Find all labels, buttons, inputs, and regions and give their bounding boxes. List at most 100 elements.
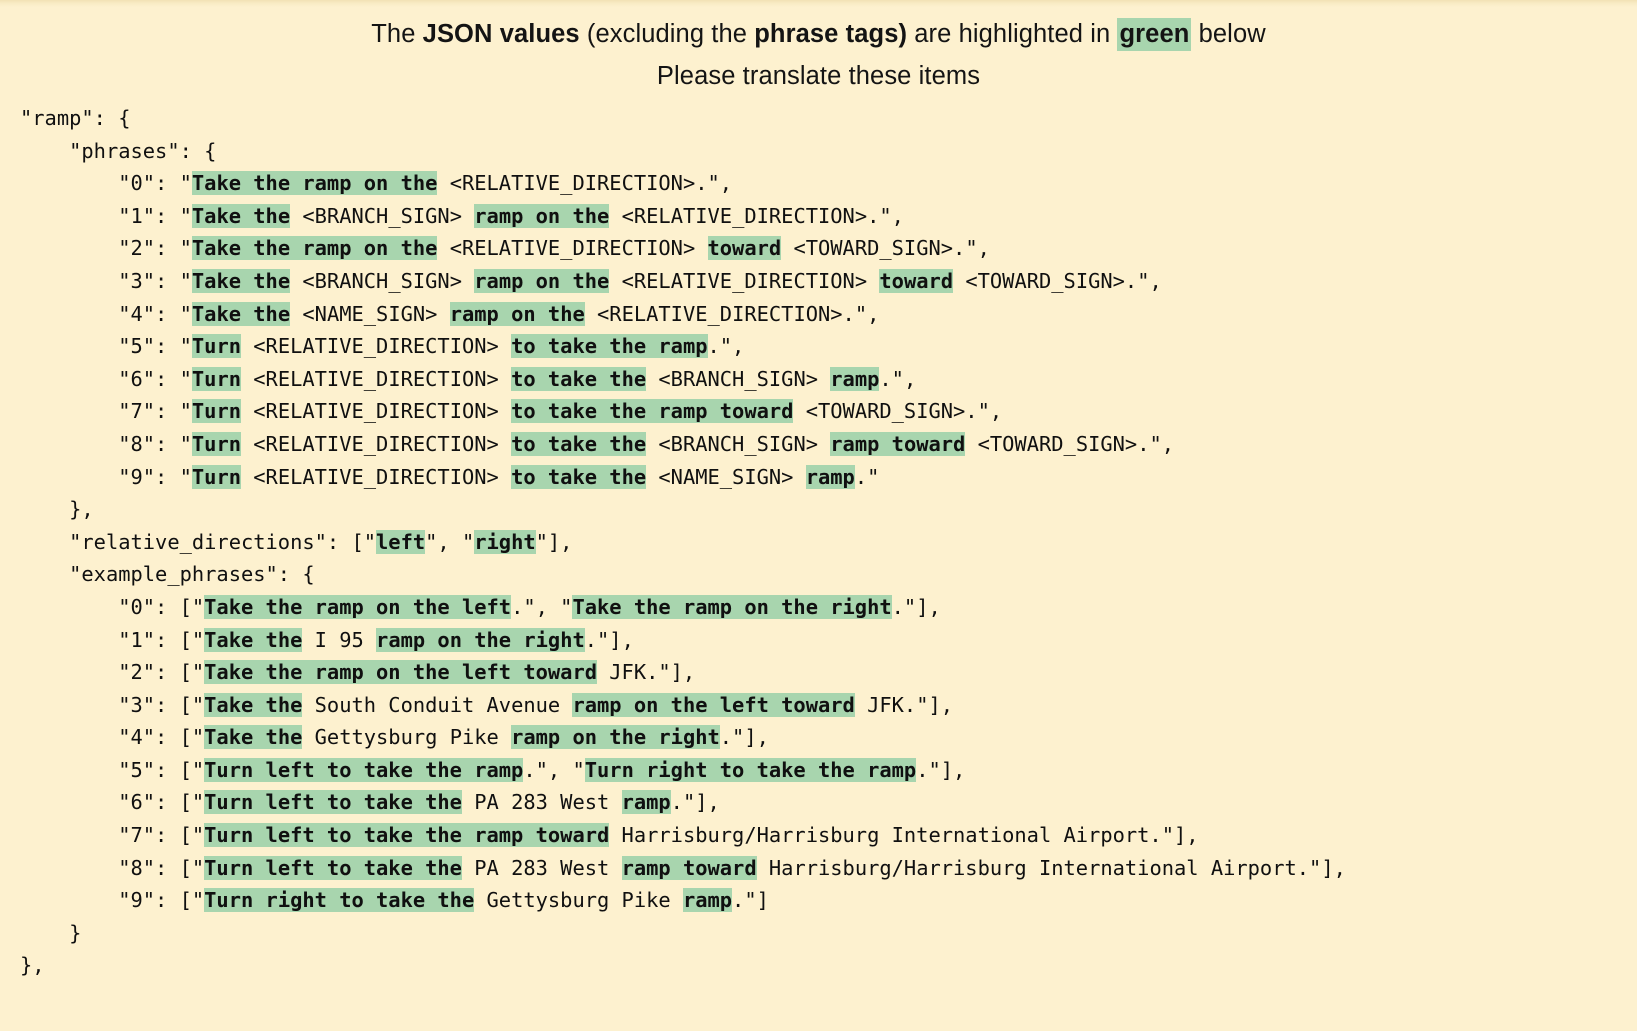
translatable-highlight: Turn right to take the ramp	[584, 757, 917, 782]
code-text: PA 283 West	[461, 855, 622, 880]
instructions-text-excluding: (excluding the	[579, 20, 755, 48]
code-line: "0": ["Take the ramp on the left.", "Tak…	[20, 591, 1637, 624]
code-line: "8": ["Turn left to take the PA 283 West…	[20, 852, 1637, 885]
code-line: "8": "Turn <RELATIVE_DIRECTION> to take …	[20, 428, 1637, 461]
code-text: Gettysburg Pike	[302, 725, 512, 750]
translatable-highlight: Take the	[191, 301, 291, 326]
code-text: .", "	[511, 594, 573, 619]
code-line: "9": ["Turn right to take the Gettysburg…	[20, 884, 1637, 917]
translatable-highlight: Turn right to take the	[204, 888, 475, 913]
translatable-highlight: Turn	[191, 431, 241, 456]
code-line: "1": ["Take the I 95 ramp on the right."…	[20, 624, 1637, 657]
code-line: },	[20, 493, 1637, 526]
code-text: <RELATIVE_DIRECTION>	[437, 236, 708, 261]
code-text: "5": ["	[118, 757, 205, 782]
code-line: "6": "Turn <RELATIVE_DIRECTION> to take …	[20, 363, 1637, 396]
code-line: "ramp": {	[20, 102, 1637, 135]
code-text: <RELATIVE_DIRECTION>	[241, 399, 512, 424]
translatable-highlight: ramp on the right	[511, 725, 720, 750]
instructions-text-below: below	[1191, 20, 1266, 48]
code-text: <TOWARD_SIGN>.",	[953, 268, 1162, 293]
translatable-highlight: ramp	[682, 888, 733, 913]
translatable-highlight: to take the ramp toward	[511, 399, 794, 424]
translatable-highlight: to take the	[511, 431, 647, 456]
code-text: <NAME_SIGN>	[290, 301, 450, 326]
code-text: ."],	[891, 594, 941, 619]
translatable-highlight: ramp	[805, 464, 855, 489]
translatable-highlight: ramp	[621, 790, 671, 815]
translatable-highlight: toward	[707, 236, 782, 261]
code-line: "5": "Turn <RELATIVE_DIRECTION> to take …	[20, 330, 1637, 363]
code-text: .",	[879, 366, 917, 391]
code-line: "3": ["Take the South Conduit Avenue ram…	[20, 689, 1637, 722]
code-line: "3": "Take the <BRANCH_SIGN> ramp on the…	[20, 265, 1637, 298]
translatable-highlight: ramp toward	[830, 431, 966, 456]
translatable-highlight: left	[376, 529, 426, 554]
code-text: "1": ["	[118, 627, 205, 652]
translatable-highlight: ramp	[830, 366, 880, 391]
code-line: "4": ["Take the Gettysburg Pike ramp on …	[20, 721, 1637, 754]
translatable-highlight: Take the ramp on the left toward	[204, 660, 597, 685]
instructions-line-2: Please translate these items	[656, 62, 981, 90]
code-text: "4": "	[118, 301, 192, 326]
code-text: I 95	[302, 627, 377, 652]
code-text: "5": "	[118, 334, 192, 359]
code-text: "9": ["	[118, 888, 205, 913]
translatable-highlight: Turn left to take the	[204, 790, 462, 815]
code-line: "example_phrases": {	[20, 558, 1637, 591]
code-line: "0": "Take the ramp on the <RELATIVE_DIR…	[20, 167, 1637, 200]
translatable-highlight: Turn	[191, 366, 241, 391]
translatable-highlight: to take the	[511, 366, 647, 391]
code-line: "4": "Take the <NAME_SIGN> ramp on the <…	[20, 298, 1637, 331]
code-text: "0": ["	[118, 594, 205, 619]
code-line: "7": ["Turn left to take the ramp toward…	[20, 819, 1637, 852]
code-text: "ramp": {	[20, 106, 131, 130]
code-text: <TOWARD_SIGN>.",	[793, 399, 1003, 424]
code-text: <BRANCH_SIGN>	[646, 366, 831, 391]
translatable-highlight: Take the	[204, 627, 303, 652]
code-text: "0": "	[118, 171, 192, 196]
code-text: Harrisburg/Harrisburg International Airp…	[756, 855, 1346, 880]
translatable-highlight: Turn left to take the ramp toward	[204, 823, 610, 848]
translatable-highlight: Turn left to take the	[204, 855, 462, 880]
code-text: "8": ["	[118, 855, 205, 880]
code-text: <BRANCH_SIGN>	[290, 203, 475, 228]
code-text: ."],	[670, 790, 720, 815]
code-text: "2": "	[118, 236, 192, 261]
code-text: <RELATIVE_DIRECTION>	[241, 431, 512, 456]
code-line: "6": ["Turn left to take the PA 283 West…	[20, 786, 1637, 819]
translatable-highlight: Take the	[204, 692, 303, 717]
code-text: "example_phrases": {	[69, 562, 315, 587]
code-text: <BRANCH_SIGN>	[290, 268, 475, 293]
code-text: "8": "	[118, 431, 192, 456]
translatable-highlight: Take the ramp on the	[191, 171, 438, 196]
code-text: "relative_directions": ["	[69, 529, 377, 554]
translatable-highlight: Turn left to take the ramp	[204, 757, 524, 782]
code-text: "3": ["	[118, 692, 205, 717]
code-text: },	[69, 497, 94, 522]
instructions-text-highlighted-in: are highlighted in	[907, 20, 1118, 48]
code-text: "7": ["	[118, 823, 205, 848]
translatable-highlight: Take the	[191, 268, 291, 293]
code-text: .",	[707, 334, 745, 359]
code-text: Gettysburg Pike	[474, 888, 683, 913]
instructions-emphasis-json-values: JSON values	[422, 20, 580, 48]
instructions-block: The JSON values (excluding the phrase ta…	[0, 0, 1637, 97]
code-text: }	[69, 920, 82, 945]
code-line: "5": ["Turn left to take the ramp.", "Tu…	[20, 754, 1637, 787]
code-text: <BRANCH_SIGN>	[646, 431, 831, 456]
code-line: "2": ["Take the ramp on the left toward …	[20, 656, 1637, 689]
code-text: PA 283 West	[461, 790, 622, 815]
